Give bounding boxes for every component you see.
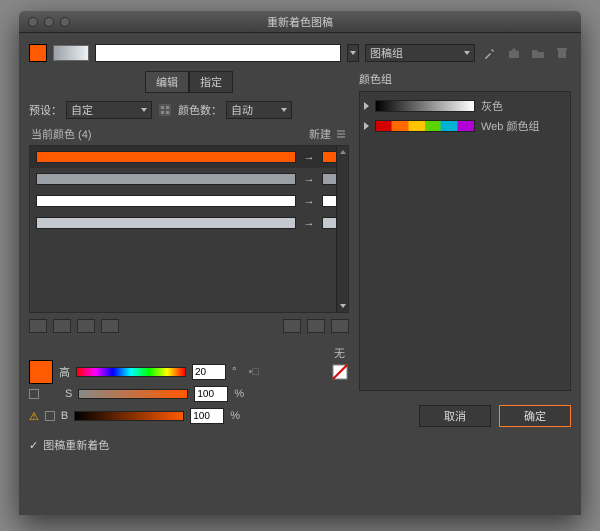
source-color-bar[interactable] <box>36 151 296 163</box>
hue-label: 高 <box>59 364 70 380</box>
hue-slider[interactable] <box>76 367 186 377</box>
assign-arrow-icon[interactable]: → <box>302 173 316 185</box>
cancel-button[interactable]: 取消 <box>419 405 491 427</box>
saturation-label: S <box>65 388 72 400</box>
color-count-value: 自动 <box>231 102 253 118</box>
chevron-down-icon <box>464 51 470 55</box>
group-name: 灰色 <box>481 98 503 114</box>
scroll-up-icon[interactable] <box>337 146 348 158</box>
color-group-icon[interactable] <box>156 101 174 119</box>
color-groups-list: 灰色 Web 颜色组 <box>359 91 571 391</box>
chevron-down-icon <box>281 108 287 112</box>
ok-button[interactable]: 确定 <box>499 405 571 427</box>
color-assignment-list: → → → → <box>29 145 349 313</box>
color-count-label: 颜色数： <box>178 102 222 118</box>
edit-color-swatch[interactable] <box>29 360 53 384</box>
color-row[interactable]: → <box>30 190 348 212</box>
color-groups-header: 颜色组 <box>359 71 571 87</box>
assign-arrow-icon[interactable]: → <box>302 217 316 229</box>
theme-name-input[interactable] <box>95 44 341 62</box>
checkmark-icon: ✓ <box>29 439 38 452</box>
group-thumb <box>375 100 475 112</box>
find-color-icon[interactable] <box>283 319 301 333</box>
color-row[interactable]: → <box>30 146 348 168</box>
artwork-group-select[interactable]: 图稿组 <box>365 44 475 62</box>
exclude-tool-icon[interactable] <box>77 319 95 333</box>
trash-icon[interactable] <box>553 44 571 62</box>
caret-right-icon <box>364 122 369 130</box>
link-s-icon[interactable] <box>29 389 39 399</box>
random-icon[interactable] <box>331 319 349 333</box>
color-row[interactable]: → <box>30 168 348 190</box>
new-row-tool-icon[interactable] <box>101 319 119 333</box>
percent-unit: % <box>234 388 244 400</box>
sort-icon[interactable] <box>307 319 325 333</box>
current-colors-header: 当前颜色 (4) <box>31 126 92 142</box>
degree-unit: ° <box>232 366 236 378</box>
warning-icon: ⚠ <box>29 410 39 423</box>
active-color-swatch[interactable] <box>29 44 47 62</box>
color-group-item[interactable]: Web 颜色组 <box>364 116 566 136</box>
assign-arrow-icon[interactable]: → <box>302 151 316 163</box>
preset-select[interactable]: 自定 <box>66 101 152 119</box>
brightness-label: B <box>61 410 68 422</box>
brightness-input[interactable]: 100 <box>190 408 224 424</box>
color-group-item[interactable]: 灰色 <box>364 96 566 116</box>
saturation-input[interactable]: 100 <box>194 386 228 402</box>
none-label: 无 <box>334 345 345 361</box>
artwork-group-label: 图稿组 <box>370 45 403 61</box>
percent-unit: % <box>230 410 240 422</box>
window-title: 重新着色图稿 <box>19 14 581 30</box>
recolor-artwork-checkbox[interactable]: 图稿重新着色 <box>43 437 109 453</box>
brightness-slider[interactable] <box>74 411 184 421</box>
eyedropper-icon[interactable] <box>481 44 499 62</box>
chevron-down-icon <box>350 51 356 55</box>
merge-tool-icon[interactable] <box>29 319 47 333</box>
theme-dropdown[interactable] <box>347 44 359 62</box>
preset-value: 自定 <box>71 102 93 118</box>
titlebar: 重新着色图稿 <box>19 11 581 33</box>
group-name: Web 颜色组 <box>481 118 539 134</box>
none-swatch-icon[interactable] <box>331 363 349 381</box>
chevron-down-icon <box>141 108 147 112</box>
color-theme-thumb[interactable] <box>53 45 89 61</box>
source-color-bar[interactable] <box>36 217 296 229</box>
scrollbar[interactable] <box>336 146 348 312</box>
scroll-down-icon[interactable] <box>337 300 348 312</box>
save-group-icon[interactable] <box>505 44 523 62</box>
color-count-select[interactable]: 自动 <box>226 101 292 119</box>
caret-right-icon <box>364 102 369 110</box>
dialog-window: 重新着色图稿 图稿组 编辑 指定 预设： <box>19 11 581 515</box>
saturation-slider[interactable] <box>78 389 188 399</box>
new-column-header: 新建 <box>309 126 331 142</box>
separate-tool-icon[interactable] <box>53 319 71 333</box>
options-menu-icon[interactable] <box>335 125 347 143</box>
link-b-icon[interactable] <box>45 411 55 421</box>
group-thumb <box>375 120 475 132</box>
hue-input[interactable]: 20 <box>192 364 226 380</box>
assign-arrow-icon[interactable]: → <box>302 195 316 207</box>
tab-assign[interactable]: 指定 <box>189 71 233 93</box>
source-color-bar[interactable] <box>36 173 296 185</box>
preset-label: 预设： <box>29 102 62 118</box>
source-color-bar[interactable] <box>36 195 296 207</box>
tab-edit[interactable]: 编辑 <box>145 71 189 93</box>
color-row[interactable]: → <box>30 212 348 234</box>
folder-icon[interactable] <box>529 44 547 62</box>
